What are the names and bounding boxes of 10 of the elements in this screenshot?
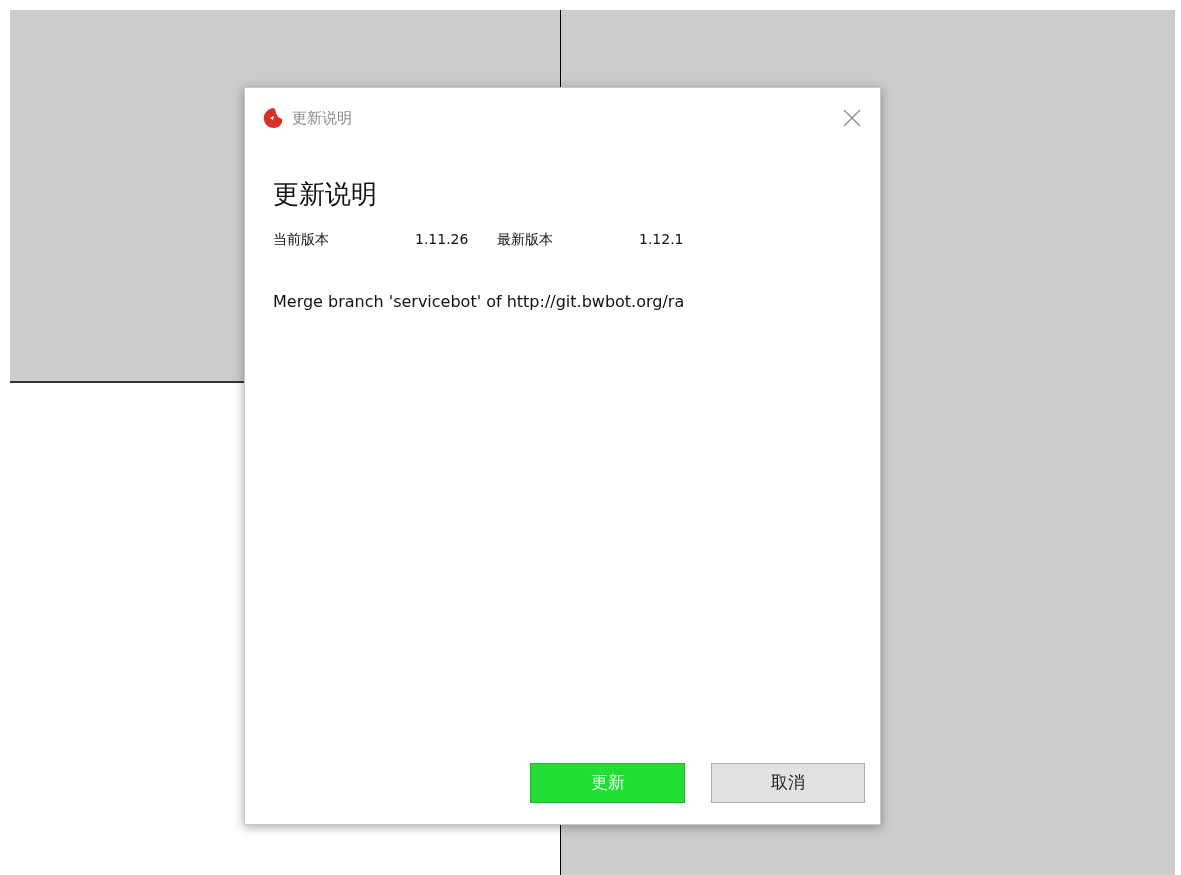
update-message: Merge branch 'servicebot' of http://git.bwbot.org/ra bbox=[273, 290, 686, 313]
close-icon[interactable] bbox=[842, 108, 862, 128]
version-label: 当前版本 bbox=[273, 229, 330, 249]
heading: 更新说明 bbox=[273, 178, 378, 211]
version-value: 1.11.26 bbox=[415, 229, 470, 249]
version-value: 1.12.1 bbox=[639, 229, 684, 249]
version-label: 最新版本 bbox=[497, 229, 554, 249]
cancel-button[interactable]: 取消 bbox=[711, 763, 865, 803]
logo-icon bbox=[262, 107, 284, 129]
window-title: 更新说明 bbox=[292, 107, 352, 129]
